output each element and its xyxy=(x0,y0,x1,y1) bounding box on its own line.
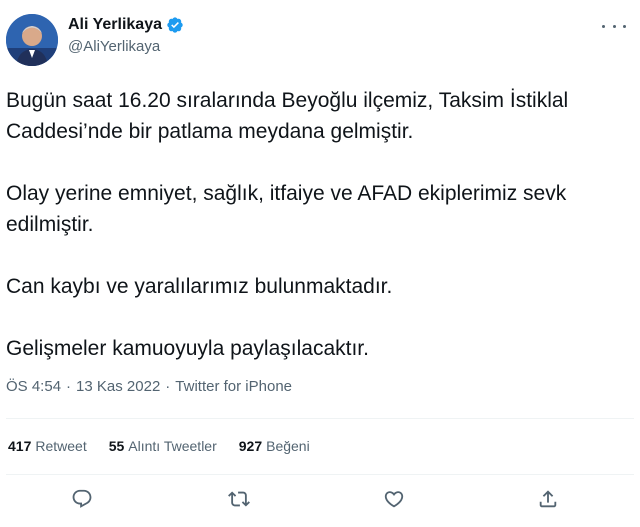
avatar[interactable] xyxy=(6,14,58,66)
like-icon[interactable] xyxy=(383,488,407,512)
retweet-icon[interactable] xyxy=(228,488,252,512)
retweets-stat[interactable]: 417 Retweet xyxy=(8,438,87,454)
share-icon[interactable] xyxy=(537,488,561,512)
meta-separator: · xyxy=(66,378,72,395)
author-display-name[interactable]: Ali Yerlikaya xyxy=(68,16,162,34)
author-handle[interactable]: @AliYerlikaya xyxy=(68,38,184,55)
meta-separator: · xyxy=(165,378,171,395)
avatar-image xyxy=(6,14,58,66)
quotes-stat[interactable]: 55 Alıntı Tweetler xyxy=(109,438,217,454)
tweet-actions xyxy=(0,488,640,514)
quotes-count: 55 xyxy=(108,438,125,454)
retweets-count: 417 xyxy=(8,438,32,454)
tweet-stats: 417 Retweet 55 Alıntı Tweetler 927 Beğeni xyxy=(8,438,310,454)
tweet-date[interactable]: 13 Kas 2022 xyxy=(76,378,160,395)
quotes-label: Alıntı Tweetler xyxy=(128,438,217,454)
divider xyxy=(6,418,634,419)
tweet-text: Bugün saat 16.20 sıralarında Beyoğlu ilç… xyxy=(6,85,634,395)
tweet-source[interactable]: Twitter for iPhone xyxy=(175,378,292,395)
likes-stat[interactable]: 927 Beğeni xyxy=(239,438,310,454)
tweet-meta: ÖS 4:54 · 13 Kas 2022 · Twitter for iPho… xyxy=(6,378,292,395)
tweet-paragraph: Olay yerine emniyet, sağlık, itfaiye ve … xyxy=(6,182,567,236)
retweets-label: Retweet xyxy=(35,438,87,454)
author-name-row: Ali Yerlikaya xyxy=(68,14,184,36)
tweet-paragraph: Can kaybı ve yaralılarımız bulunmaktadır… xyxy=(6,275,393,298)
author-block: Ali Yerlikaya @AliYerlikaya xyxy=(68,14,184,55)
tweet-paragraph: Bugün saat 16.20 sıralarında Beyoğlu ilç… xyxy=(6,89,569,143)
tweet-time[interactable]: ÖS 4:54 xyxy=(6,378,61,395)
verified-badge-icon xyxy=(166,16,184,34)
tweet-paragraph: Gelişmeler kamuoyuyla paylaşılacaktır. xyxy=(6,337,369,360)
likes-count: 927 xyxy=(238,438,263,454)
reply-icon[interactable] xyxy=(71,488,95,512)
likes-label: Beğeni xyxy=(266,438,310,454)
more-dots-icon[interactable] xyxy=(602,18,626,34)
divider xyxy=(6,474,634,475)
